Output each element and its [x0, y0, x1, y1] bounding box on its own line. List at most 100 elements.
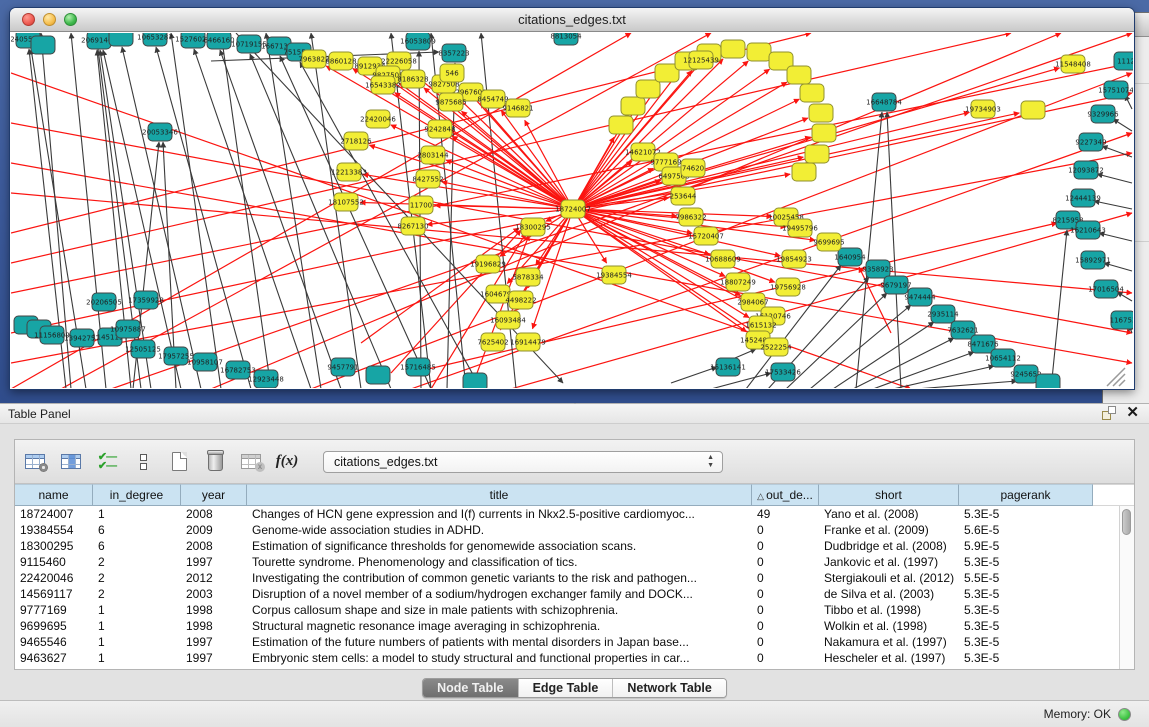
column-header-short[interactable]: short	[819, 484, 959, 506]
graph-node[interactable]: 15892971	[1075, 251, 1111, 269]
graph-node[interactable]	[800, 84, 824, 102]
graph-node[interactable]: 9227349	[1075, 133, 1106, 151]
graph-node[interactable]: 10688609	[705, 250, 741, 268]
graph-node[interactable]: 20206505	[86, 293, 122, 311]
graph-node[interactable]: 8813054	[550, 33, 582, 45]
column-header-pagerank[interactable]: pagerank	[959, 484, 1093, 506]
graph-node[interactable]: 9146821	[502, 99, 533, 117]
graph-node[interactable]: 19756928	[770, 278, 806, 296]
graph-node[interactable]: 9242848	[424, 120, 455, 138]
scrollbar-thumb[interactable]	[1122, 509, 1131, 535]
graph-node[interactable]: 8357223	[438, 44, 469, 62]
graph-node[interactable]: 9875685	[435, 93, 466, 111]
graph-node[interactable]: 7625402	[477, 333, 508, 351]
graph-node[interactable]	[1021, 101, 1045, 119]
graph-node[interactable]	[109, 33, 133, 46]
table-row[interactable]: 1938455462009Genome-wide association stu…	[15, 522, 1119, 538]
table-row[interactable]: 1830029562008Estimation of significance …	[15, 538, 1119, 554]
graph-node[interactable]	[747, 43, 771, 61]
graph-node[interactable]: 9457791	[327, 358, 358, 376]
graph-node[interactable]	[31, 36, 55, 54]
graph-node[interactable]	[787, 66, 811, 84]
table-row[interactable]: 969969511998Structural magnetic resonanc…	[15, 618, 1119, 634]
graph-node[interactable]	[463, 373, 487, 388]
graph-node[interactable]: 9699695	[813, 233, 844, 251]
graph-node[interactable]: 11700	[409, 196, 433, 214]
graph-node[interactable]: 16648784	[866, 93, 902, 111]
graph-node[interactable]: 20053346	[142, 123, 178, 141]
table-scrollbar[interactable]	[1119, 506, 1134, 669]
graph-node[interactable]: 7986322	[675, 208, 706, 226]
zoom-button[interactable]	[64, 13, 77, 26]
graph-node[interactable]: 8427552	[412, 170, 443, 188]
delete-table-icon[interactable]: x	[239, 451, 263, 473]
table-row[interactable]: 1456911722003Disruption of a novel membe…	[15, 586, 1119, 602]
clear-selection-icon[interactable]	[131, 451, 155, 473]
delete-columns-icon[interactable]	[203, 451, 227, 473]
tab-node-table[interactable]: Node Table	[423, 679, 518, 697]
graph-node[interactable]: 16053809	[400, 33, 436, 50]
network-canvas[interactable]: 2405572420691406106532871527602764661601…	[11, 33, 1133, 388]
graph-node[interactable]: 8186328	[397, 70, 428, 88]
graph-node[interactable]: 6466160	[203, 33, 234, 49]
table-options-icon[interactable]	[23, 451, 47, 473]
graph-node[interactable]: 546	[440, 64, 464, 82]
graph-node[interactable]: 2803144	[417, 146, 449, 164]
graph-node[interactable]: 12505125	[125, 340, 161, 358]
table-row[interactable]: 946362711997Embryonic stem cells: a mode…	[15, 650, 1119, 666]
graph-node[interactable]	[805, 145, 829, 163]
graph-node[interactable]	[366, 366, 390, 384]
graph-node[interactable]	[721, 40, 745, 58]
close-button[interactable]	[22, 13, 35, 26]
graph-node[interactable]: 253644	[670, 187, 697, 205]
graph-node[interactable]: 19854923	[776, 250, 812, 268]
graph-node[interactable]: 9474444	[904, 288, 936, 306]
graph-node[interactable]: 10653287	[137, 33, 173, 46]
graph-node[interactable]	[609, 116, 633, 134]
graph-node[interactable]: 2522254	[760, 338, 792, 356]
graph-node[interactable]: 15136141	[710, 358, 746, 376]
graph-node[interactable]: 8267130	[397, 217, 428, 235]
graph-node[interactable]: 17016504	[1088, 280, 1124, 298]
close-panel-icon[interactable]: ✕	[1126, 406, 1139, 420]
table-row[interactable]: 911546021997Tourette syndrome. Phenomeno…	[15, 554, 1119, 570]
graph-node[interactable]: 12444139	[1065, 189, 1101, 207]
column-header-title[interactable]: title	[247, 484, 752, 506]
graph-node[interactable]: 1112	[1114, 52, 1133, 70]
column-header-out-de-[interactable]: △out_de...	[752, 484, 819, 506]
graph-node[interactable]: 19196829	[470, 255, 506, 273]
graph-node[interactable]	[621, 97, 645, 115]
graph-node[interactable]: 9358923	[862, 260, 893, 278]
graph-node[interactable]: 12213383	[331, 163, 367, 181]
graph-node[interactable]: 18300295	[515, 218, 551, 236]
graph-node[interactable]: 2935114	[927, 305, 959, 323]
graph-node[interactable]: 116753	[1110, 311, 1133, 329]
table-row[interactable]: 1872400712008Changes of HCN gene express…	[15, 506, 1119, 522]
graph-node[interactable]: 8860128	[325, 52, 356, 70]
tab-network-table[interactable]: Network Table	[613, 679, 726, 697]
create-column-icon[interactable]	[167, 451, 191, 473]
network-window-titlebar[interactable]: citations_edges.txt	[10, 8, 1134, 32]
show-columns-icon[interactable]	[59, 451, 83, 473]
column-header-name[interactable]: name	[15, 484, 93, 506]
minimize-button[interactable]	[43, 13, 56, 26]
graph-node[interactable]: 2718126	[340, 132, 372, 150]
float-panel-icon[interactable]	[1102, 406, 1116, 420]
graph-node[interactable]: 9329966	[1087, 105, 1119, 123]
resize-grip-icon[interactable]	[1119, 380, 1125, 386]
function-builder-icon[interactable]: f(x)	[275, 451, 299, 473]
graph-node[interactable]	[792, 163, 816, 181]
table-row[interactable]: 977716911998Corpus callosum shape and si…	[15, 602, 1119, 618]
table-row[interactable]: 2242004622012Investigating the contribut…	[15, 570, 1119, 586]
column-header-in-degree[interactable]: in_degree	[93, 484, 181, 506]
graph-node[interactable]: 4498222	[505, 291, 536, 309]
table-selector-dropdown[interactable]: citations_edges.txt ▲▼	[323, 451, 723, 473]
graph-node[interactable]: 5878334	[512, 268, 544, 286]
tab-edge-table[interactable]: Edge Table	[519, 679, 614, 697]
graph-node[interactable]: 74620	[681, 159, 705, 177]
graph-node[interactable]	[809, 104, 833, 122]
table-row[interactable]: 946554611997Estimation of the future num…	[15, 634, 1119, 650]
graph-node[interactable]: 9679197	[880, 276, 911, 294]
graph-node[interactable]: 19734903	[965, 100, 1001, 118]
graph-node[interactable]: 15716485	[400, 358, 436, 376]
